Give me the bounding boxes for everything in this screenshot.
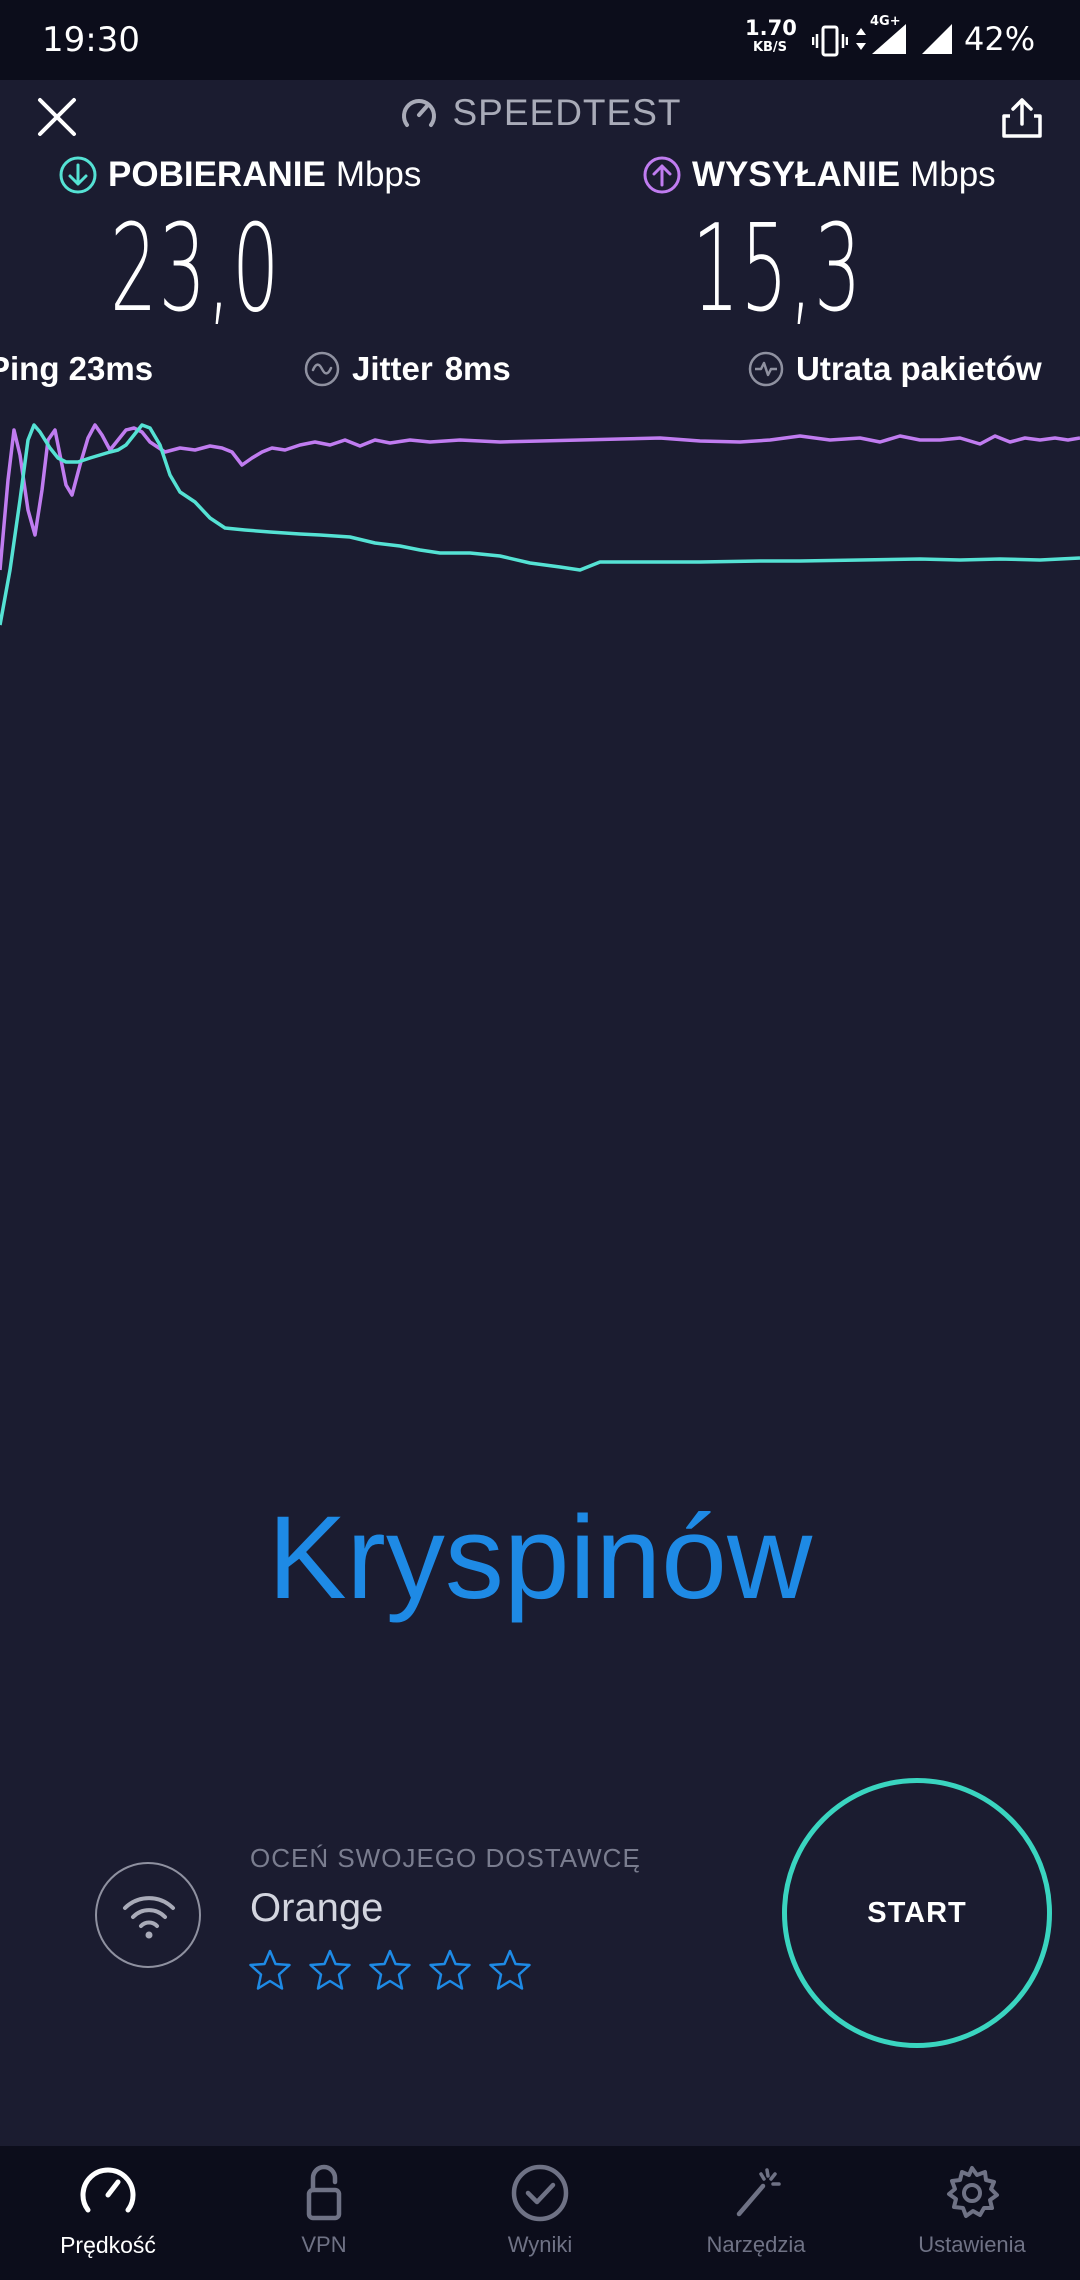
- rate-provider-prompt: OCEŃ SWOJEGO DOSTAWCĘ: [250, 1843, 641, 1873]
- status-time: 19:30: [42, 20, 140, 60]
- vibrate-icon: [812, 25, 848, 57]
- upload-arrow-icon: [643, 156, 681, 194]
- magic-wand-icon: [736, 2168, 781, 2217]
- share-icon[interactable]: [1000, 96, 1044, 140]
- nav-vpn[interactable]: VPN: [216, 2146, 432, 2280]
- bottom-nav: Prędkość VPN Wyniki Narzędzia Ustawienia: [0, 2146, 1080, 2280]
- speedometer-icon: [80, 2167, 136, 2213]
- signal-icon: [872, 24, 906, 54]
- lock-icon: [306, 2164, 342, 2221]
- jitter-label: Jitter: [352, 350, 433, 387]
- download-unit: Mbps: [335, 155, 422, 194]
- start-button[interactable]: START: [782, 1778, 1052, 2048]
- upload-heading: WYSYŁANIE Mbps: [642, 155, 996, 195]
- provider-name: Orange: [250, 1886, 384, 1930]
- upload-value: 15,3: [692, 200, 863, 339]
- rating-stars: [248, 1948, 532, 1992]
- nav-tools[interactable]: Narzędzia: [648, 2146, 864, 2280]
- nav-results[interactable]: Wyniki: [432, 2146, 648, 2280]
- nav-speed[interactable]: Prędkość: [0, 2146, 216, 2280]
- download-value: 23,0: [110, 200, 281, 339]
- packet-loss-label: Utrata pakietów: [796, 350, 1042, 387]
- app-title: SPEEDTEST: [0, 92, 1080, 142]
- upload-label: WYSYŁANIE: [692, 155, 901, 194]
- download-heading: POBIERANIE Mbps: [58, 155, 421, 195]
- check-circle-icon: [511, 2164, 569, 2222]
- star-icon[interactable]: [488, 1948, 532, 1992]
- isp-wifi-button[interactable]: [95, 1862, 201, 1968]
- location-name: Kryspinów: [267, 1492, 813, 1624]
- download-speed-line: [0, 423, 1080, 626]
- battery-level: 42%: [964, 20, 1036, 58]
- network-speed: 1.70 KB/S: [745, 16, 797, 55]
- status-bar: 19:30 1.70 KB/S 4G+ 42%: [0, 0, 1080, 80]
- signal-icon-2: [922, 24, 952, 54]
- star-icon[interactable]: [248, 1948, 292, 1992]
- speed-graph: [0, 423, 1080, 626]
- jitter-stat: Jitter 8ms: [304, 350, 511, 388]
- star-icon[interactable]: [308, 1948, 352, 1992]
- nav-speed-label: Prędkość: [60, 2232, 156, 2258]
- nav-tools-label: Narzędzia: [706, 2232, 806, 2257]
- star-icon[interactable]: [428, 1948, 472, 1992]
- speedtest-logo-icon: [401, 99, 436, 127]
- ping-stat: Ping 23ms: [0, 350, 154, 387]
- upload-unit: Mbps: [910, 155, 996, 194]
- packet-loss-icon: [748, 351, 784, 387]
- download-arrow-icon: [59, 156, 97, 194]
- nav-settings[interactable]: Ustawienia: [864, 2146, 1080, 2280]
- jitter-icon: [304, 351, 340, 387]
- gear-icon: [947, 2166, 999, 2218]
- jitter-value: 8ms: [444, 350, 511, 387]
- nav-settings-label: Ustawienia: [918, 2232, 1026, 2257]
- packet-loss-stat: Utrata pakietów: [748, 350, 1042, 388]
- nav-vpn-label: VPN: [301, 2232, 347, 2257]
- star-icon[interactable]: [368, 1948, 412, 1992]
- wifi-icon: [123, 1896, 175, 1939]
- nav-results-label: Wyniki: [507, 2232, 573, 2257]
- start-button-label: START: [867, 1896, 967, 1929]
- download-label: POBIERANIE: [108, 155, 326, 194]
- stats-row: Ping 23ms Jitter 8ms Utrata pakietów: [0, 350, 1080, 400]
